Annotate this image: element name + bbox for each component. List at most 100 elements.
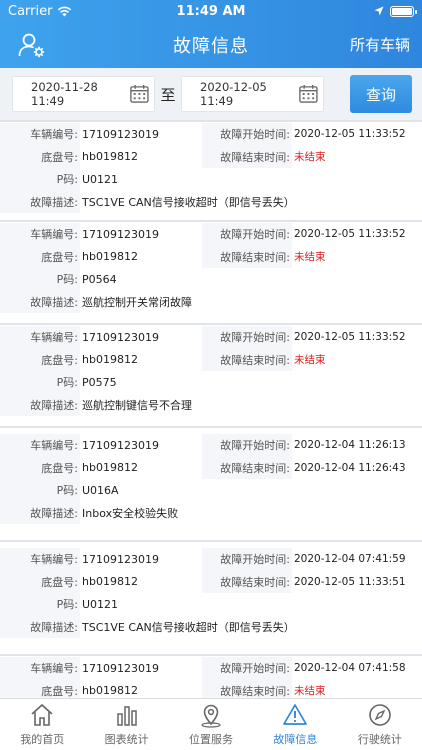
tab-label: 图表统计 bbox=[104, 733, 149, 746]
fault-row: 故障描述: TSC1VE CAN信号接收超时（即信号丢失） bbox=[0, 190, 422, 213]
field-value-p-code: U016A bbox=[82, 483, 119, 497]
fault-row: 底盘号: hb019812 故障结束时间: 未结束 bbox=[0, 245, 422, 268]
tab-bar-chart[interactable]: 图表统计 bbox=[84, 699, 168, 750]
field-label-text: 故障开始时间: bbox=[220, 228, 290, 242]
field-label-text: 故障描述: bbox=[30, 295, 78, 309]
calendar-icon bbox=[130, 84, 149, 103]
tab-home[interactable]: 我的首页 bbox=[0, 699, 84, 750]
user-settings-button[interactable] bbox=[16, 29, 48, 61]
field-value-end-time: 未结束 bbox=[294, 354, 326, 367]
field-value-p-code: U0121 bbox=[82, 597, 119, 611]
fault-card[interactable]: 车辆编号: 17109123019 故障开始时间: 2020-12-04 07:41:… bbox=[0, 540, 422, 654]
fault-row: 故障描述: 巡航控制开关常闭故障 bbox=[0, 290, 422, 313]
field-value-description: TSC1VE CAN信号接收超时（即信号丢失） bbox=[82, 620, 295, 634]
field-label: 故障结束时间: bbox=[202, 570, 292, 593]
tab-compass[interactable]: 行驶统计 bbox=[338, 699, 422, 750]
field-value-description: 巡航控制开关常闭故障 bbox=[82, 295, 192, 309]
compass-icon bbox=[369, 704, 391, 726]
field-label-text: 故障结束时间: bbox=[220, 575, 290, 589]
field-label-text: 车辆编号: bbox=[30, 331, 78, 345]
field-value-end-time: 未结束 bbox=[294, 151, 326, 164]
field-label-text: 车辆编号: bbox=[30, 662, 78, 676]
status-bar: Carrier 11:49 AM bbox=[0, 0, 422, 22]
top-bar: Carrier 11:49 AM 故障信息 所有车辆 bbox=[0, 0, 422, 68]
fault-card[interactable]: 车辆编号: 17109123019 故障开始时间: 2020-12-04 07:41:… bbox=[0, 654, 422, 698]
fault-card[interactable]: 车辆编号: 17109123019 故障开始时间: 2020-12-05 11:33:… bbox=[0, 120, 422, 220]
field-value-vehicle-no: 17109123019 bbox=[82, 227, 159, 241]
field-label: 底盘号: bbox=[0, 456, 80, 479]
field-label-text: 故障描述: bbox=[30, 195, 78, 209]
field-label: 故障描述: bbox=[0, 615, 80, 638]
fault-row: P码: U0121 bbox=[0, 168, 422, 191]
field-label-text: 底盘号: bbox=[41, 250, 78, 264]
field-label: 底盘号: bbox=[0, 570, 80, 593]
location-icon bbox=[201, 704, 221, 728]
end-date-value: 2020-12-05 11:49 bbox=[200, 80, 267, 108]
field-value-chassis-no: hb019812 bbox=[82, 461, 138, 475]
fault-row: 故障描述: TSC1VE CAN信号接收超时（即信号丢失） bbox=[0, 615, 422, 638]
all-vehicles-button[interactable]: 所有车辆 bbox=[350, 34, 410, 55]
field-value-p-code: P0564 bbox=[82, 272, 117, 286]
calendar-icon bbox=[299, 84, 318, 103]
start-date-value: 2020-11-28 11:49 bbox=[31, 80, 98, 108]
tab-label: 故障信息 bbox=[273, 733, 318, 746]
field-value-start-time: 2020-12-04 11:26:13 bbox=[294, 439, 406, 452]
fault-card[interactable]: 车辆编号: 17109123019 故障开始时间: 2020-12-04 11:26:… bbox=[0, 426, 422, 540]
location-arrow-icon bbox=[374, 6, 384, 16]
field-label: 故障结束时间: bbox=[202, 245, 292, 268]
field-label-text: 故障结束时间: bbox=[220, 250, 290, 264]
nav-bar: 故障信息 所有车辆 bbox=[0, 22, 422, 68]
field-label-text: 底盘号: bbox=[41, 575, 78, 589]
field-value-end-time: 未结束 bbox=[294, 251, 326, 264]
page-title: 故障信息 bbox=[173, 36, 249, 57]
field-label: 故障描述: bbox=[0, 501, 80, 524]
query-button[interactable]: 查询 bbox=[350, 75, 412, 113]
field-value-vehicle-no: 17109123019 bbox=[82, 552, 159, 566]
end-date-picker[interactable]: 2020-12-05 11:49 bbox=[181, 76, 324, 112]
field-value-description: Inbox安全校验失败 bbox=[82, 506, 179, 520]
field-value-end-time: 2020-12-04 11:26:43 bbox=[294, 461, 406, 474]
field-label-text: 故障结束时间: bbox=[220, 150, 290, 164]
field-label-text: 故障开始时间: bbox=[220, 439, 290, 453]
field-value-start-time: 2020-12-05 11:33:52 bbox=[294, 128, 406, 141]
fault-card[interactable]: 车辆编号: 17109123019 故障开始时间: 2020-12-05 11:33:… bbox=[0, 323, 422, 426]
field-label-text: 车辆编号: bbox=[30, 128, 78, 142]
field-label: 车辆编号: bbox=[0, 223, 80, 246]
field-label: 车辆编号: bbox=[0, 657, 80, 680]
carrier-label: Carrier bbox=[8, 3, 53, 19]
field-label: 故障描述: bbox=[0, 290, 80, 313]
fault-card[interactable]: 车辆编号: 17109123019 故障开始时间: 2020-12-05 11:33:… bbox=[0, 220, 422, 323]
tab-label: 我的首页 bbox=[20, 733, 65, 746]
bar-chart-icon bbox=[116, 706, 137, 726]
fault-row: 底盘号: hb019812 故障结束时间: 未结束 bbox=[0, 679, 422, 698]
field-label: 底盘号: bbox=[0, 245, 80, 268]
field-label-text: P码: bbox=[56, 173, 78, 187]
field-value-chassis-no: hb019812 bbox=[82, 575, 138, 589]
field-label-text: 故障开始时间: bbox=[220, 331, 290, 345]
field-value-description: 巡航控制键信号不合理 bbox=[82, 398, 192, 412]
fault-row: 车辆编号: 17109123019 故障开始时间: 2020-12-04 11:26:… bbox=[0, 434, 422, 457]
field-value-vehicle-no: 17109123019 bbox=[82, 661, 159, 675]
tab-location[interactable]: 位置服务 bbox=[169, 699, 253, 750]
start-date-picker[interactable]: 2020-11-28 11:49 bbox=[12, 76, 155, 112]
fault-row: P码: U0121 bbox=[0, 593, 422, 616]
field-value-vehicle-no: 17109123019 bbox=[82, 127, 159, 141]
field-label: 底盘号: bbox=[0, 679, 80, 698]
field-label-text: 故障结束时间: bbox=[220, 461, 290, 475]
fault-row: 底盘号: hb019812 故障结束时间: 未结束 bbox=[0, 348, 422, 371]
fault-row: 车辆编号: 17109123019 故障开始时间: 2020-12-05 11:33:… bbox=[0, 123, 422, 146]
field-label: 故障开始时间: bbox=[202, 548, 292, 571]
home-icon bbox=[31, 703, 53, 726]
field-label: P码: bbox=[0, 268, 80, 291]
field-label: 故障开始时间: bbox=[202, 223, 292, 246]
fault-list[interactable]: 车辆编号: 17109123019 故障开始时间: 2020-12-05 11:33:… bbox=[0, 120, 422, 698]
fault-row: 故障描述: Inbox安全校验失败 bbox=[0, 501, 422, 524]
battery-icon bbox=[390, 5, 417, 17]
user-gear-icon bbox=[18, 33, 45, 58]
field-label-text: 故障描述: bbox=[30, 506, 78, 520]
field-label-text: 底盘号: bbox=[41, 150, 78, 164]
fault-row: P码: P0564 bbox=[0, 268, 422, 291]
field-label-text: P码: bbox=[56, 598, 78, 612]
tab-warning[interactable]: 故障信息 bbox=[253, 699, 337, 750]
field-label: 车辆编号: bbox=[0, 548, 80, 571]
